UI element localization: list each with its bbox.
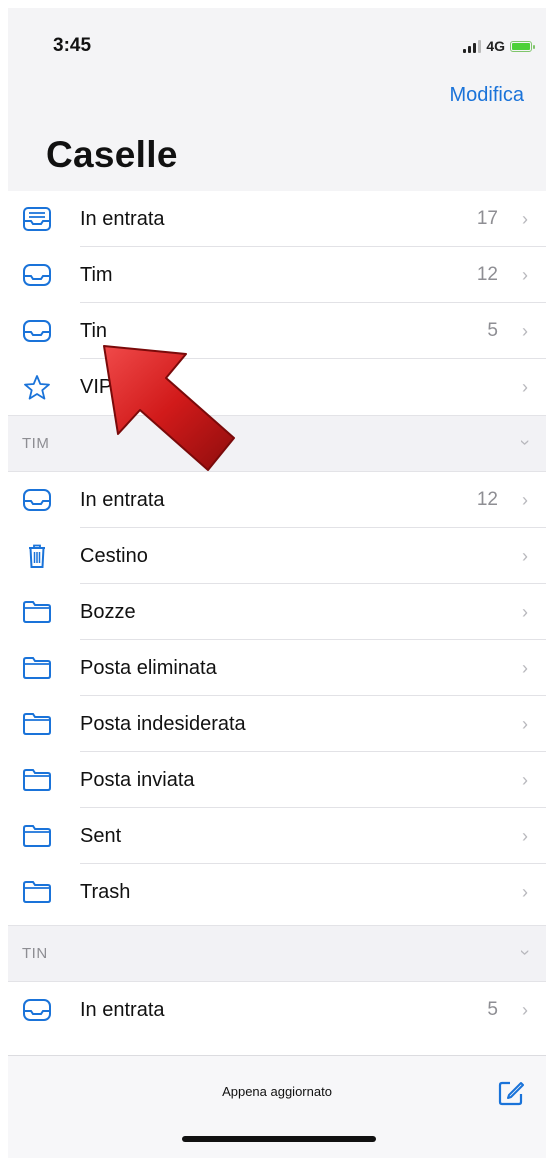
folder-icon	[23, 713, 51, 735]
compose-icon[interactable]	[496, 1078, 526, 1108]
folder-label: In entrata	[80, 999, 165, 1021]
edit-button[interactable]: Modifica	[450, 84, 524, 107]
bottom-toolbar: Appena aggiornato	[8, 1055, 546, 1158]
folder-icon	[23, 769, 51, 791]
chevron-right-icon: ›	[522, 1000, 528, 1020]
chevron-right-icon: ›	[522, 377, 528, 397]
folder-label: Sent	[80, 825, 122, 847]
chevron-down-icon: ›	[515, 439, 536, 446]
page-title: Caselle	[46, 134, 178, 175]
chevron-right-icon: ›	[522, 714, 528, 734]
section-header-tin[interactable]: TIN ›	[8, 925, 546, 982]
chevron-right-icon: ›	[522, 658, 528, 678]
folder-label: Posta inviata	[80, 769, 195, 791]
trash-icon	[29, 544, 45, 568]
folder-row-cestino[interactable]: Cestino ›	[8, 528, 546, 584]
chevron-right-icon: ›	[522, 602, 528, 622]
mailbox-row-tim[interactable]: Tim 12 ›	[8, 247, 546, 303]
folder-row-sent[interactable]: Sent ›	[8, 808, 546, 864]
chevron-right-icon: ›	[522, 770, 528, 790]
star-icon	[24, 375, 50, 400]
chevron-right-icon: ›	[522, 882, 528, 902]
red-pointer-arrow	[103, 345, 235, 471]
chevron-right-icon: ›	[522, 490, 528, 510]
tray-icon	[23, 264, 51, 286]
section-title: TIN	[22, 945, 48, 962]
folder-label: Posta eliminata	[80, 657, 217, 679]
chevron-right-icon: ›	[522, 826, 528, 846]
mailbox-row-inbox[interactable]: In entrata 17 ›	[8, 191, 546, 247]
mail-mailboxes-screen: 3:45 4G Modifica Caselle In entrata 17 ›…	[8, 8, 546, 1158]
unread-count: 17	[476, 208, 498, 229]
signal-icon	[463, 39, 482, 53]
chevron-right-icon: ›	[522, 265, 528, 285]
update-status: Appena aggiornato	[222, 1084, 332, 1099]
unread-count: 5	[487, 999, 498, 1020]
section-title: TIM	[22, 435, 50, 452]
status-indicators: 4G	[463, 38, 535, 54]
tray-stack-icon	[23, 207, 51, 231]
unread-count: 12	[476, 264, 498, 285]
folder-row-posta-eliminata[interactable]: Posta eliminata ›	[8, 640, 546, 696]
unread-count: 5	[487, 320, 498, 341]
mailbox-label: In entrata	[80, 208, 165, 230]
folder-label: Posta indesiderata	[80, 713, 246, 735]
battery-icon	[510, 40, 535, 52]
folder-row-posta-inviata[interactable]: Posta inviata ›	[8, 752, 546, 808]
unread-count: 12	[476, 489, 498, 510]
network-type: 4G	[486, 38, 505, 54]
folder-row-posta-indesiderata[interactable]: Posta indesiderata ›	[8, 696, 546, 752]
folder-icon	[23, 657, 51, 679]
folder-icon	[23, 881, 51, 903]
folder-label: Trash	[80, 881, 131, 903]
chevron-right-icon: ›	[522, 209, 528, 229]
home-indicator[interactable]	[182, 1136, 376, 1142]
folder-icon	[23, 825, 51, 847]
chevron-right-icon: ›	[522, 321, 528, 341]
mailbox-label: Tim	[80, 264, 113, 286]
status-bar: 3:45 4G	[8, 8, 546, 78]
chevron-right-icon: ›	[522, 546, 528, 566]
status-time: 3:45	[53, 35, 92, 56]
folder-row-trash[interactable]: Trash ›	[8, 864, 546, 920]
folder-label: Bozze	[80, 601, 136, 623]
tray-icon	[23, 320, 51, 342]
folder-row-tin-inbox[interactable]: In entrata 5 ›	[8, 982, 546, 1038]
folder-label: Cestino	[80, 545, 148, 567]
chevron-down-icon: ›	[515, 949, 536, 956]
tray-icon	[23, 489, 51, 511]
tray-icon	[23, 999, 51, 1021]
folder-row-bozze[interactable]: Bozze ›	[8, 584, 546, 640]
folder-icon	[23, 601, 51, 623]
